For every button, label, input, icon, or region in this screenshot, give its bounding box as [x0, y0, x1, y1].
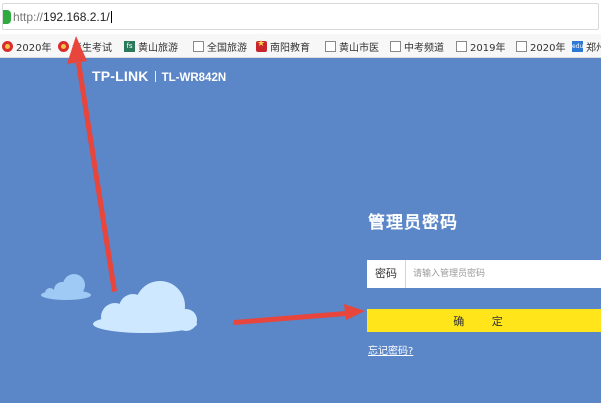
- bookmark-item[interactable]: 考生考试: [58, 38, 112, 54]
- fs-site-icon: fs: [124, 40, 135, 52]
- password-row: 密码: [367, 260, 601, 288]
- forgot-password-link[interactable]: 忘记密码?: [368, 342, 413, 357]
- bookmark-item[interactable]: 2020年: [2, 38, 51, 54]
- bookmark-item[interactable]: 2019年: [456, 38, 505, 54]
- router-login-page: TP-LINK TL-WR842N 管理员密码 密码 确 定 忘记密码?: [0, 58, 601, 403]
- url-text[interactable]: http://192.168.2.1/: [13, 10, 112, 24]
- large-cloud: [93, 281, 197, 333]
- flag-icon: [58, 40, 69, 52]
- password-input[interactable]: [407, 260, 597, 288]
- site-info-icon[interactable]: [3, 10, 11, 24]
- edu-icon: edu: [572, 40, 584, 52]
- bookmark-item[interactable]: 黄山市医: [325, 38, 379, 54]
- bookmark-item[interactable]: 南阳教育: [256, 38, 310, 54]
- page-icon: [325, 40, 336, 52]
- bookmark-item[interactable]: 中考频道: [390, 38, 444, 54]
- bookmarks-bar: 2020年 考生考试 fs 黄山旅游 全国旅游 南阳教育 黄山市医 中考频道 2…: [0, 34, 601, 58]
- clouds-illustration: [41, 274, 197, 333]
- url-input[interactable]: http://192.168.2.1/: [2, 3, 599, 30]
- star-icon: [256, 39, 267, 52]
- bookmark-item[interactable]: 2020年: [516, 38, 565, 54]
- browser-address-bar: http://192.168.2.1/: [0, 0, 601, 34]
- password-label: 密码: [367, 260, 406, 288]
- bookmark-item[interactable]: edu 郑州: [572, 38, 601, 54]
- confirm-button[interactable]: 确 定: [367, 309, 601, 332]
- login-title: 管理员密码: [368, 213, 458, 233]
- page-icon: [516, 40, 527, 52]
- bookmark-item[interactable]: 全国旅游: [193, 38, 247, 54]
- page-icon: [390, 40, 401, 52]
- small-cloud: [41, 274, 91, 300]
- flag-icon: [2, 40, 13, 52]
- bookmark-item[interactable]: fs 黄山旅游: [124, 38, 178, 54]
- page-icon: [456, 40, 467, 52]
- page-icon: [193, 40, 204, 52]
